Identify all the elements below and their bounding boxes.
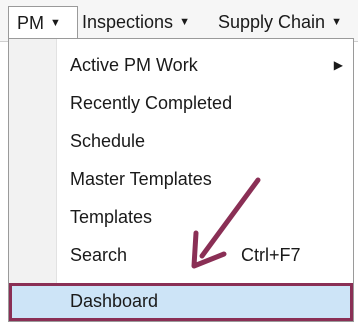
- menu-item-label: Master Templates: [70, 169, 212, 189]
- menu-item-recently-completed[interactable]: Recently Completed: [9, 85, 353, 121]
- menu-item-master-templates[interactable]: Master Templates: [9, 161, 353, 197]
- menu-item-label: Schedule: [70, 131, 146, 151]
- menu-item-active-pm-work[interactable]: Active PM Work ▶: [9, 47, 353, 83]
- menu-item-dashboard[interactable]: Dashboard: [9, 283, 353, 321]
- menu-supply-chain-label: Supply Chain: [218, 12, 326, 32]
- menu-item-label: Search: [70, 245, 128, 265]
- caret-down-icon: ▼: [179, 16, 190, 29]
- menu-item-label: Recently Completed: [70, 93, 233, 113]
- menu-bar: PM ▼ Inspections ▼ Supply Chain ▼: [0, 0, 358, 42]
- menu-item-label: Dashboard: [70, 291, 159, 311]
- menu-supply-chain[interactable]: Supply Chain ▼: [218, 6, 342, 38]
- menu-item-label: Active PM Work: [70, 55, 198, 75]
- pm-dropdown-menu: Active PM Work ▶ Recently Completed Sche…: [8, 38, 354, 322]
- menu-pm-label: PM: [17, 13, 44, 33]
- caret-down-icon: ▼: [50, 17, 61, 30]
- caret-right-icon: ▶: [333, 58, 343, 72]
- app-window: PM ▼ Inspections ▼ Supply Chain ▼ Active PM…: [0, 0, 358, 324]
- menu-item-search[interactable]: Search Ctrl+F7: [9, 237, 353, 273]
- menu-item-schedule[interactable]: Schedule: [9, 123, 353, 159]
- menu-item-templates[interactable]: Templates: [9, 199, 353, 235]
- shortcut-label: Ctrl+F7: [241, 245, 301, 265]
- caret-down-icon: ▼: [331, 16, 342, 29]
- menu-inspections[interactable]: Inspections ▼: [82, 6, 190, 38]
- menu-pm[interactable]: PM ▼: [8, 6, 78, 38]
- menu-item-label: Templates: [70, 207, 153, 227]
- menu-inspections-label: Inspections: [82, 12, 174, 32]
